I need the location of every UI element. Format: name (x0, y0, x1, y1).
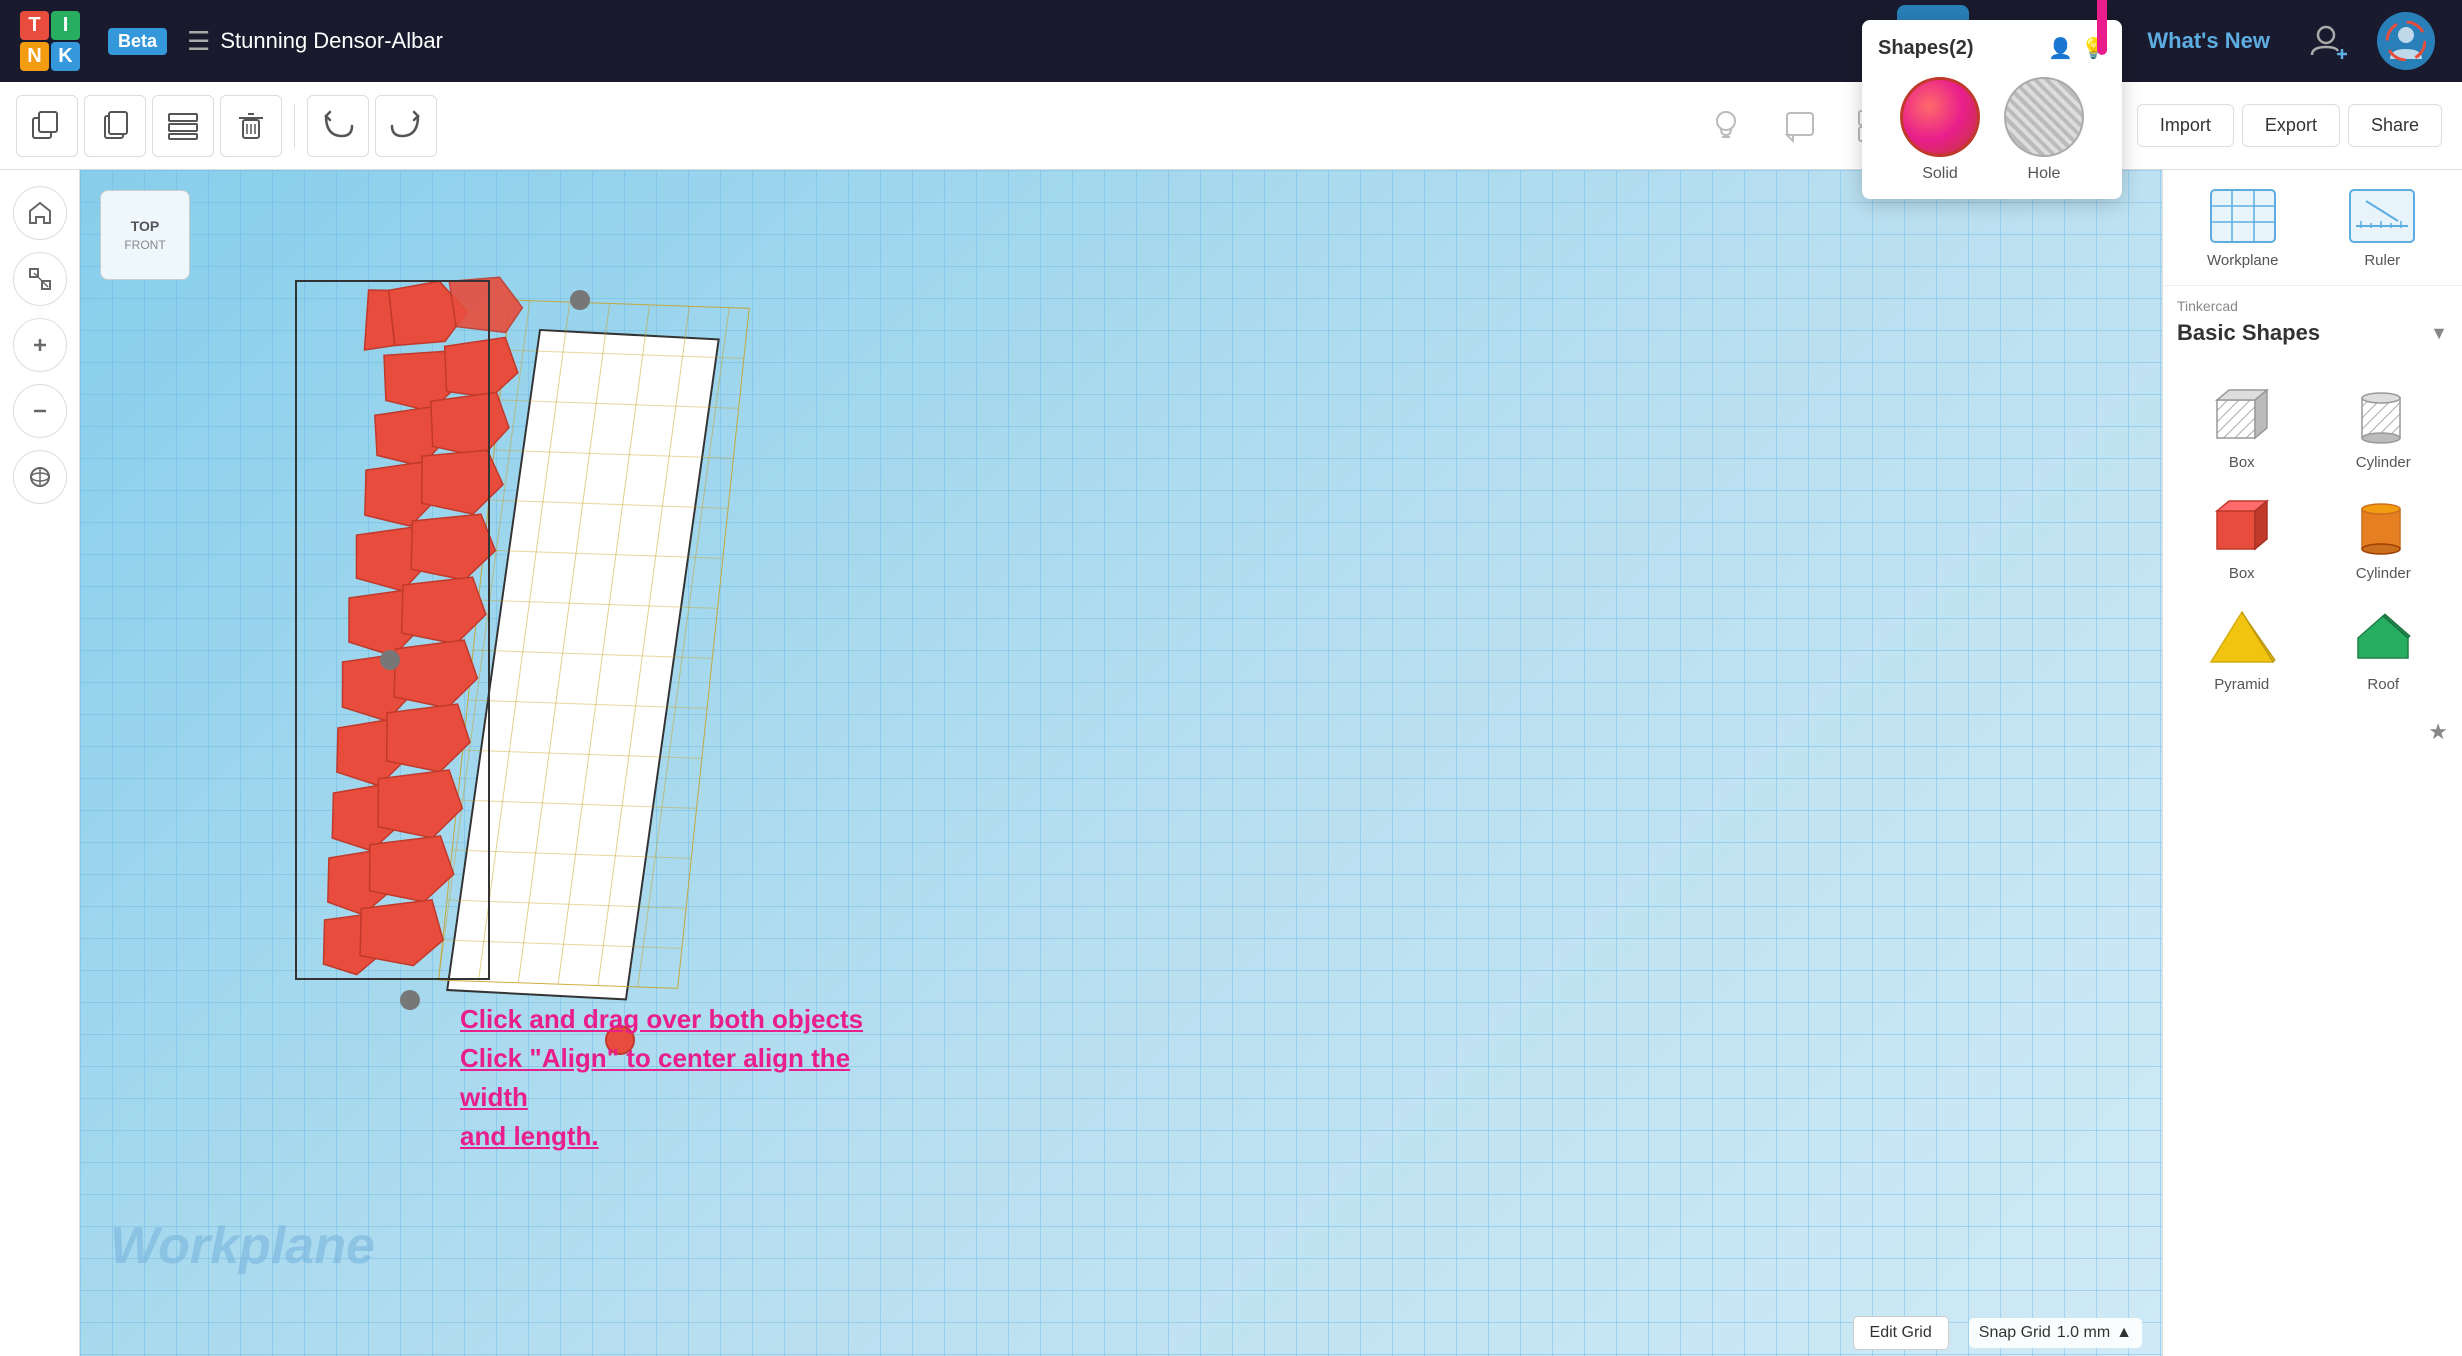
orange-cyl-label: Cylinder (2356, 565, 2411, 582)
workplane-label-text: Workplane (2207, 252, 2278, 269)
zoom-in-button[interactable] (13, 318, 67, 372)
bottom-red-handle[interactable] (606, 1026, 634, 1054)
logo-t: T (20, 11, 49, 40)
hole-label: Hole (2028, 165, 2061, 183)
navigation-cube[interactable]: TOP FRONT (100, 190, 200, 290)
snap-grid-arrow[interactable]: ▲ (2116, 1324, 2132, 1342)
project-name-area: ☰ Stunning Densor-Albar (187, 26, 443, 57)
ruler-label-text: Ruler (2364, 252, 2400, 269)
fit-view-button[interactable] (13, 252, 67, 306)
workplane-icon (2207, 186, 2279, 246)
instruction-line3: and length. (460, 1121, 599, 1151)
share-button[interactable]: Share (2348, 104, 2442, 147)
shape-card-gray-cylinder[interactable]: Cylinder (2313, 370, 2455, 481)
logo-i: I (51, 11, 80, 40)
orbit-button[interactable] (13, 450, 67, 504)
layers-button[interactable] (152, 95, 214, 157)
light-button[interactable] (1693, 93, 1759, 159)
3d-object-group[interactable] (340, 270, 940, 1020)
delete-button[interactable] (220, 95, 282, 157)
hole-shape-item[interactable]: Hole (2004, 77, 2084, 183)
duplicate-button[interactable] (16, 95, 78, 157)
shapes-panel-items: Solid Hole (1878, 77, 2106, 183)
project-list-icon[interactable]: ☰ (187, 26, 210, 57)
right-panel-title-text: Basic Shapes (2177, 320, 2320, 346)
workplane-tool[interactable]: Workplane (2207, 186, 2279, 269)
right-panel-tools: Workplane Ruler (2163, 170, 2462, 286)
expand-arrow-icon[interactable]: ▼ (2430, 323, 2448, 344)
solid-label: Solid (1922, 165, 1958, 183)
shapes-grid: Box Cylinder (2163, 362, 2462, 711)
snap-grid-label: Snap Grid (1979, 1324, 2051, 1342)
favorites-star[interactable]: ★ (2163, 711, 2462, 753)
edit-grid-button[interactable]: Edit Grid (1853, 1316, 1949, 1350)
bottom-left-handle[interactable] (400, 990, 420, 1010)
import-button[interactable]: Import (2137, 104, 2234, 147)
right-panel-title-area: Basic Shapes ▼ (2163, 318, 2462, 362)
solid-circle (1900, 77, 1980, 157)
red-box-3d (2207, 497, 2277, 557)
shapes-panel-icons: 👤 💡 (2048, 36, 2106, 61)
gray-box-3d (2207, 386, 2277, 446)
logo-k: K (51, 42, 80, 71)
shapes-panel: Shapes(2) 👤 💡 Solid Hole (1862, 20, 2122, 199)
logo-n: N (20, 42, 49, 71)
shapes-panel-light-icon[interactable]: 💡 (2081, 36, 2106, 61)
toolbar-separator (294, 104, 295, 148)
shape-card-red-box[interactable]: Box (2171, 481, 2313, 592)
export-button[interactable]: Export (2242, 104, 2340, 147)
gray-box-label: Box (2229, 454, 2255, 471)
whats-new-button[interactable]: What's New (2131, 20, 2286, 62)
snap-grid-value[interactable]: 1.0 mm (2057, 1324, 2110, 1342)
gray-cyl-3d (2348, 386, 2418, 446)
user-avatar[interactable] (2370, 5, 2442, 77)
workplane-label: Workplane (110, 1216, 375, 1276)
toolbar-edit-tools (0, 95, 1693, 157)
shapes-panel-header: Shapes(2) 👤 💡 (1878, 36, 2106, 61)
bottom-controls: Edit Grid Snap Grid 1.0 mm ▲ (1853, 1316, 2142, 1350)
shape-card-orange-cylinder[interactable]: Cylinder (2313, 481, 2455, 592)
redo-button[interactable] (375, 95, 437, 157)
shape-card-green-roof[interactable]: Roof (2313, 592, 2455, 703)
snap-grid-control: Snap Grid 1.0 mm ▲ (1969, 1318, 2142, 1348)
ruler-icon (2346, 186, 2418, 246)
shape-card-gray-box[interactable]: Box (2171, 370, 2313, 481)
shapes-panel-title: Shapes(2) (1878, 37, 1974, 60)
copy-button[interactable] (84, 95, 146, 157)
shape-card-yellow-pyramid[interactable]: Pyramid (2171, 592, 2313, 703)
home-view-button[interactable] (13, 186, 67, 240)
hole-circle (2004, 77, 2084, 157)
beta-badge: Beta (108, 28, 167, 55)
top-handle[interactable] (570, 290, 590, 310)
undo-button[interactable] (307, 95, 369, 157)
nav-cube-front-label: FRONT (124, 238, 165, 252)
note-button[interactable] (1767, 93, 1833, 159)
green-roof-3d (2348, 608, 2418, 668)
solid-shape-item[interactable]: Solid (1900, 77, 1980, 183)
shapes-panel-person-icon[interactable]: 👤 (2048, 36, 2073, 61)
canvas-area[interactable]: TOP FRONT (80, 170, 2462, 1356)
green-roof-label: Roof (2367, 676, 2399, 693)
ruler-tool[interactable]: Ruler (2346, 186, 2418, 269)
left-sidebar (0, 170, 80, 1356)
add-user-button[interactable] (2292, 5, 2364, 77)
zoom-out-button[interactable] (13, 384, 67, 438)
project-name[interactable]: Stunning Densor-Albar (220, 28, 443, 54)
middle-left-handle[interactable] (380, 650, 400, 670)
nav-cube-top-label: TOP (131, 218, 160, 234)
red-box-label: Box (2229, 565, 2255, 582)
yellow-pyramid-label: Pyramid (2214, 676, 2269, 693)
yellow-pyramid-3d (2207, 608, 2277, 668)
tinkercad-logo[interactable]: T I N K (0, 0, 100, 82)
right-panel-category: Tinkercad (2163, 286, 2462, 318)
right-panel: Workplane Ruler Tinkercad Basic Shapes ▼ (2162, 170, 2462, 1356)
orange-cyl-3d (2348, 497, 2418, 557)
gray-cyl-label: Cylinder (2356, 454, 2411, 471)
